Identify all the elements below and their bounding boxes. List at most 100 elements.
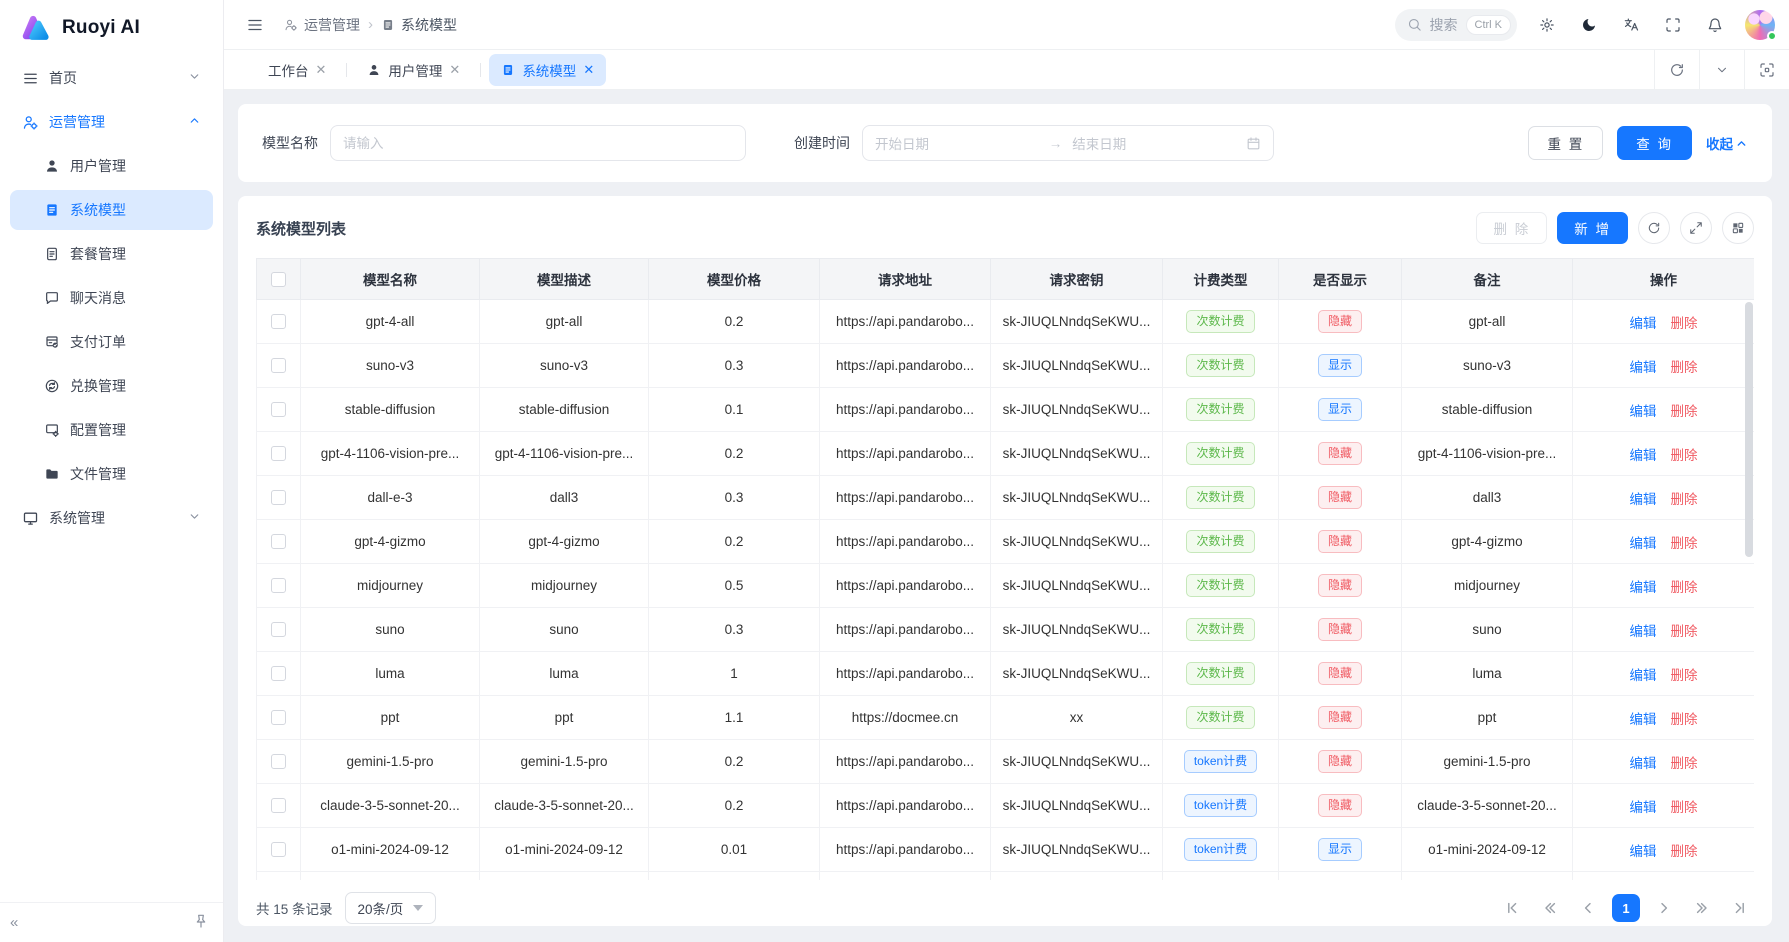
sidebar-item-套餐管理[interactable]: 套餐管理	[10, 234, 213, 274]
sidebar-item-运营管理[interactable]: 运营管理	[10, 102, 213, 142]
edit-link[interactable]: 编辑	[1630, 536, 1657, 551]
row-checkbox[interactable]	[271, 754, 286, 769]
edit-link[interactable]: 编辑	[1630, 624, 1657, 639]
remark-cell: ppt	[1402, 696, 1573, 740]
model-name-input[interactable]	[330, 125, 746, 161]
fullscreen-button[interactable]	[1661, 13, 1685, 37]
column-settings-button[interactable]	[1722, 212, 1754, 244]
request-key-cell: sk-JIUQLNndqSeKWU...	[991, 476, 1163, 520]
edit-link[interactable]: 编辑	[1630, 712, 1657, 727]
sidebar-item-文件管理[interactable]: 文件管理	[10, 454, 213, 494]
delete-link[interactable]: 删除	[1671, 668, 1698, 683]
delete-link[interactable]: 删除	[1671, 624, 1698, 639]
delete-link[interactable]: 删除	[1671, 448, 1698, 463]
edit-link[interactable]: 编辑	[1630, 668, 1657, 683]
content-fullscreen-button[interactable]	[1744, 50, 1789, 89]
tab-close-icon[interactable]: ✕	[316, 63, 327, 76]
breadcrumb-separator: ›	[368, 16, 373, 33]
model-name-cell: claude-3-5-sonnet-20...	[301, 784, 480, 828]
row-checkbox[interactable]	[271, 798, 286, 813]
back-5-pages-button[interactable]	[1536, 894, 1564, 922]
tab-用户管理[interactable]: 用户管理✕	[355, 54, 472, 86]
sidebar-toggle-button[interactable]	[242, 12, 268, 38]
edit-link[interactable]: 编辑	[1630, 580, 1657, 595]
global-search[interactable]: 搜索 Ctrl K	[1395, 9, 1518, 41]
row-checkbox[interactable]	[271, 842, 286, 857]
chevron-down-icon	[1715, 63, 1729, 77]
table-fullscreen-button[interactable]	[1680, 212, 1712, 244]
settings-button[interactable]	[1535, 13, 1559, 37]
edit-link[interactable]: 编辑	[1630, 448, 1657, 463]
sidebar-item-支付订单[interactable]: 支付订单	[10, 322, 213, 362]
current-page-button[interactable]: 1	[1612, 894, 1640, 922]
row-checkbox[interactable]	[271, 446, 286, 461]
chat-icon	[44, 290, 60, 306]
delete-link[interactable]: 删除	[1671, 580, 1698, 595]
collapse-filter-link[interactable]: 收起	[1706, 133, 1748, 153]
tab-refresh-button[interactable]	[1654, 50, 1699, 89]
row-checkbox[interactable]	[271, 710, 286, 725]
delete-link[interactable]: 删除	[1671, 404, 1698, 419]
edit-link[interactable]: 编辑	[1630, 492, 1657, 507]
date-range-input[interactable]: 开始日期 → 结束日期	[862, 125, 1274, 161]
search-button[interactable]: 查 询	[1617, 126, 1692, 160]
page-size-select[interactable]: 20条/页	[345, 892, 437, 924]
user-avatar[interactable]	[1745, 10, 1775, 40]
sidebar-item-系统管理[interactable]: 系统管理	[10, 498, 213, 538]
sidebar-item-首页[interactable]: 首页	[10, 58, 213, 98]
tab-close-icon[interactable]: ✕	[449, 63, 460, 76]
next-page-button[interactable]	[1650, 894, 1678, 922]
delete-link[interactable]: 删除	[1671, 712, 1698, 727]
sidebar-item-配置管理[interactable]: 配置管理	[10, 410, 213, 450]
delete-link[interactable]: 删除	[1671, 536, 1698, 551]
edit-link[interactable]: 编辑	[1630, 360, 1657, 375]
row-checkbox[interactable]	[271, 534, 286, 549]
sidebar-item-系统模型[interactable]: 系统模型	[10, 190, 213, 230]
edit-link[interactable]: 编辑	[1630, 844, 1657, 859]
row-checkbox[interactable]	[271, 314, 286, 329]
row-checkbox[interactable]	[271, 578, 286, 593]
edit-link[interactable]: 编辑	[1630, 404, 1657, 419]
sidebar-item-兑换管理[interactable]: 兑换管理	[10, 366, 213, 406]
edit-link[interactable]: 编辑	[1630, 756, 1657, 771]
delete-button[interactable]: 删 除	[1476, 212, 1547, 244]
tab-工作台[interactable]: 工作台✕	[256, 54, 338, 86]
add-button[interactable]: 新 增	[1557, 212, 1628, 244]
row-checkbox[interactable]	[271, 666, 286, 681]
delete-link[interactable]: 删除	[1671, 316, 1698, 331]
breadcrumb-item-系统模型[interactable]: 系统模型	[381, 15, 457, 35]
visibility-badge: 隐藏	[1318, 486, 1362, 510]
edit-link[interactable]: 编辑	[1630, 800, 1657, 815]
breadcrumb-item-运营管理[interactable]: 运营管理	[284, 15, 360, 35]
sidebar-pin-button[interactable]	[193, 913, 209, 932]
tab-menu-button[interactable]	[1699, 50, 1744, 89]
row-checkbox[interactable]	[271, 490, 286, 505]
billing-type-badge: 次数计费	[1186, 706, 1254, 730]
first-page-button[interactable]	[1498, 894, 1526, 922]
sidebar-item-聊天消息[interactable]: 聊天消息	[10, 278, 213, 318]
delete-link[interactable]: 删除	[1671, 360, 1698, 375]
forward-5-pages-button[interactable]	[1688, 894, 1716, 922]
edit-link[interactable]: 编辑	[1630, 316, 1657, 331]
delete-link[interactable]: 删除	[1671, 756, 1698, 771]
tab-close-icon[interactable]: ✕	[583, 63, 594, 76]
prev-page-button[interactable]	[1574, 894, 1602, 922]
delete-link[interactable]: 删除	[1671, 492, 1698, 507]
row-checkbox[interactable]	[271, 358, 286, 373]
vertical-scrollbar[interactable]	[1745, 302, 1753, 557]
language-button[interactable]	[1619, 13, 1643, 37]
last-page-button[interactable]	[1726, 894, 1754, 922]
delete-link[interactable]: 删除	[1671, 800, 1698, 815]
tab-系统模型[interactable]: 系统模型✕	[489, 54, 606, 86]
sidebar-collapse-button[interactable]: «	[10, 914, 18, 931]
sidebar-item-用户管理[interactable]: 用户管理	[10, 146, 213, 186]
table-refresh-button[interactable]	[1638, 212, 1670, 244]
row-checkbox[interactable]	[271, 622, 286, 637]
notifications-button[interactable]	[1703, 13, 1727, 37]
select-all-checkbox[interactable]	[271, 272, 286, 287]
delete-link[interactable]: 删除	[1671, 844, 1698, 859]
row-checkbox[interactable]	[271, 402, 286, 417]
remark-cell: gpt-all	[1402, 300, 1573, 344]
reset-button[interactable]: 重 置	[1528, 126, 1603, 160]
dark-mode-button[interactable]	[1577, 13, 1601, 37]
